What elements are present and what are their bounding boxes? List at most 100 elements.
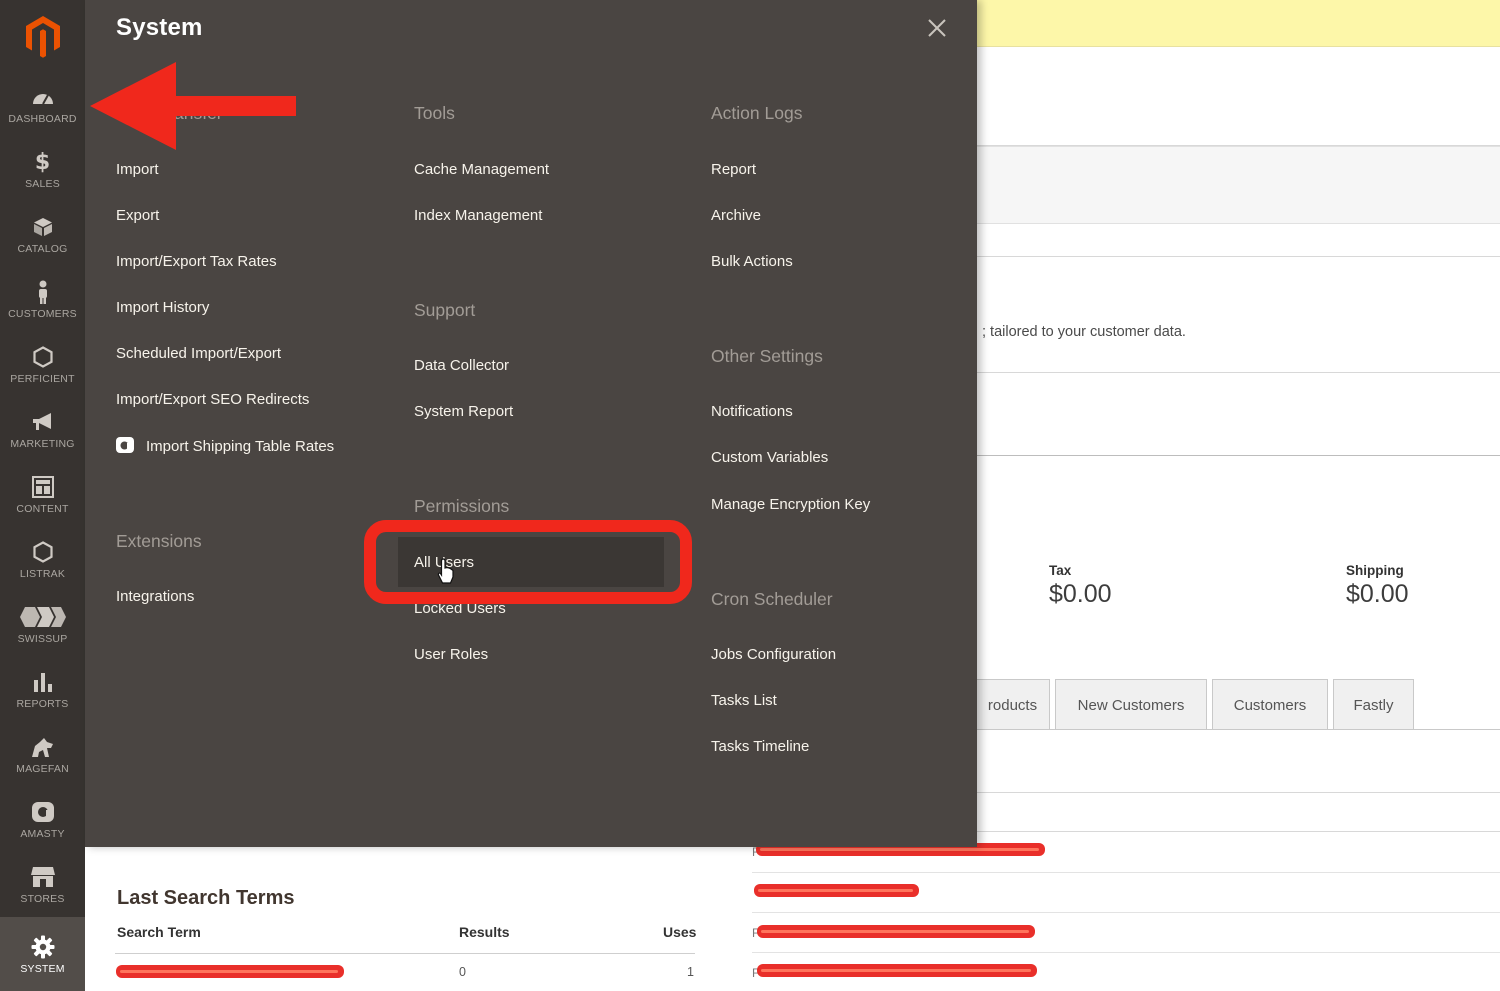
section-title-support: Support	[414, 300, 476, 320]
menu-data-collector[interactable]: Data Collector	[414, 357, 509, 374]
row-divider	[752, 872, 1500, 873]
nav-label: SWISSUP	[17, 633, 68, 645]
menu-import-export-tax-rates[interactable]: Import/Export Tax Rates	[116, 253, 277, 270]
layout-icon	[30, 474, 56, 500]
hexagon-icon	[30, 344, 56, 370]
row-divider	[752, 912, 1500, 913]
tab-label: Customers	[1233, 696, 1307, 714]
tab-new-customers[interactable]: New Customers	[1055, 679, 1207, 730]
tab-label: New Customers	[1077, 696, 1185, 714]
store-icon	[30, 864, 56, 890]
nav-amasty[interactable]: AMASTY	[0, 787, 85, 852]
menu-custom-variables[interactable]: Custom Variables	[711, 449, 828, 466]
nav-sales[interactable]: $ SALES	[0, 137, 85, 202]
nav-perficient[interactable]: PERFICIENT	[0, 332, 85, 397]
menu-import-shipping-table-rates[interactable]: Import Shipping Table Rates	[146, 438, 334, 455]
shipping-value: $0.00	[1346, 580, 1409, 608]
magento-logo-icon	[25, 16, 60, 58]
flyout-title: System	[116, 14, 203, 41]
menu-index-management[interactable]: Index Management	[414, 207, 542, 224]
gear-icon	[30, 934, 56, 960]
menu-cache-management[interactable]: Cache Management	[414, 161, 549, 178]
row-divider	[752, 952, 1500, 953]
bar-chart-icon	[30, 669, 56, 695]
annotation-highlight-box	[364, 520, 692, 604]
nav-label: MAGEFAN	[16, 763, 69, 775]
tax-stat: Tax $0.00	[1049, 563, 1112, 609]
notice-bar	[977, 0, 1500, 47]
nav-marketing[interactable]: MARKETING	[0, 397, 85, 462]
tax-label: Tax	[1049, 563, 1072, 578]
section-title-extensions: Extensions	[116, 531, 202, 551]
tabs-underline	[977, 729, 1500, 730]
nav-system[interactable]: SYSTEM	[0, 917, 85, 991]
tab-fastly[interactable]: Fastly	[1333, 679, 1414, 730]
menu-import-history[interactable]: Import History	[116, 299, 209, 316]
divider	[977, 256, 1500, 257]
nav-label: SALES	[25, 178, 60, 190]
menu-integrations[interactable]: Integrations	[116, 588, 194, 605]
nav-label: CATALOG	[17, 243, 68, 255]
results-cell: 0	[459, 965, 466, 979]
hexagon-icon	[30, 539, 56, 565]
tab-label: roducts	[987, 696, 1038, 714]
dashboard-gauge-icon	[30, 84, 56, 110]
nav-label: AMASTY	[20, 828, 65, 840]
close-icon[interactable]	[923, 14, 951, 42]
menu-system-report[interactable]: System Report	[414, 403, 513, 420]
menu-scheduled-import-export[interactable]: Scheduled Import/Export	[116, 345, 281, 362]
amasty-logo-icon	[30, 799, 56, 825]
magento-logo[interactable]	[0, 0, 85, 72]
nav-label: STORES	[20, 893, 65, 905]
nav-dashboard[interactable]: DASHBOARD	[0, 72, 85, 137]
col-search-term[interactable]: Search Term	[117, 924, 201, 940]
menu-tasks-list[interactable]: Tasks List	[711, 692, 777, 709]
redacted-item	[757, 964, 1037, 977]
nav-catalog[interactable]: CATALOG	[0, 202, 85, 267]
nav-label: MARKETING	[10, 438, 75, 450]
annotation-arrow-icon	[90, 62, 296, 150]
content-band	[977, 146, 1500, 224]
menu-manage-encryption-key[interactable]: Manage Encryption Key	[711, 496, 870, 513]
section-title-action-logs: Action Logs	[711, 103, 803, 123]
menu-jobs-configuration[interactable]: Jobs Configuration	[711, 646, 836, 663]
menu-report[interactable]: Report	[711, 161, 756, 178]
nav-stores[interactable]: STORES	[0, 852, 85, 917]
divider	[977, 792, 1500, 793]
menu-tasks-timeline[interactable]: Tasks Timeline	[711, 738, 809, 755]
nav-label: PERFICIENT	[10, 373, 75, 385]
dollar-icon: $	[34, 149, 51, 175]
nav-listrak[interactable]: LISTRAK	[0, 527, 85, 592]
nav-customers[interactable]: CUSTOMERS	[0, 267, 85, 332]
menu-archive[interactable]: Archive	[711, 207, 761, 224]
megaphone-icon	[30, 409, 56, 435]
menu-bulk-actions[interactable]: Bulk Actions	[711, 253, 793, 270]
menu-export[interactable]: Export	[116, 207, 159, 224]
tab-customers[interactable]: Customers	[1212, 679, 1328, 730]
nav-label: REPORTS	[16, 698, 69, 710]
col-results[interactable]: Results	[459, 924, 510, 940]
nav-content[interactable]: CONTENT	[0, 462, 85, 527]
tab-label: Fastly	[1353, 696, 1394, 714]
cube-icon	[30, 214, 56, 240]
nav-reports[interactable]: REPORTS	[0, 657, 85, 722]
tax-value: $0.00	[1049, 580, 1112, 608]
swissup-logo-icon	[19, 604, 67, 630]
menu-notifications[interactable]: Notifications	[711, 403, 793, 420]
menu-user-roles[interactable]: User Roles	[414, 646, 488, 663]
section-title-tools: Tools	[414, 103, 455, 123]
section-title-cron-scheduler: Cron Scheduler	[711, 589, 833, 609]
divider	[977, 455, 1500, 456]
section-title-permissions: Permissions	[414, 496, 510, 516]
nav-magefan[interactable]: MAGEFAN	[0, 722, 85, 787]
shipping-label: Shipping	[1346, 563, 1404, 578]
col-uses[interactable]: Uses	[663, 924, 696, 940]
shipping-stat: Shipping $0.00	[1346, 563, 1409, 609]
menu-import-export-seo-redirects[interactable]: Import/Export SEO Redirects	[116, 391, 309, 408]
nav-label: SYSTEM	[20, 962, 65, 975]
admin-sidebar: DASHBOARD $ SALES CATALOG CUSTOMERS PERF…	[0, 0, 85, 991]
nav-swissup[interactable]: SWISSUP	[0, 592, 85, 657]
magefan-logo-icon	[30, 734, 56, 760]
menu-import[interactable]: Import	[116, 161, 159, 178]
nav-label: CUSTOMERS	[8, 308, 77, 320]
